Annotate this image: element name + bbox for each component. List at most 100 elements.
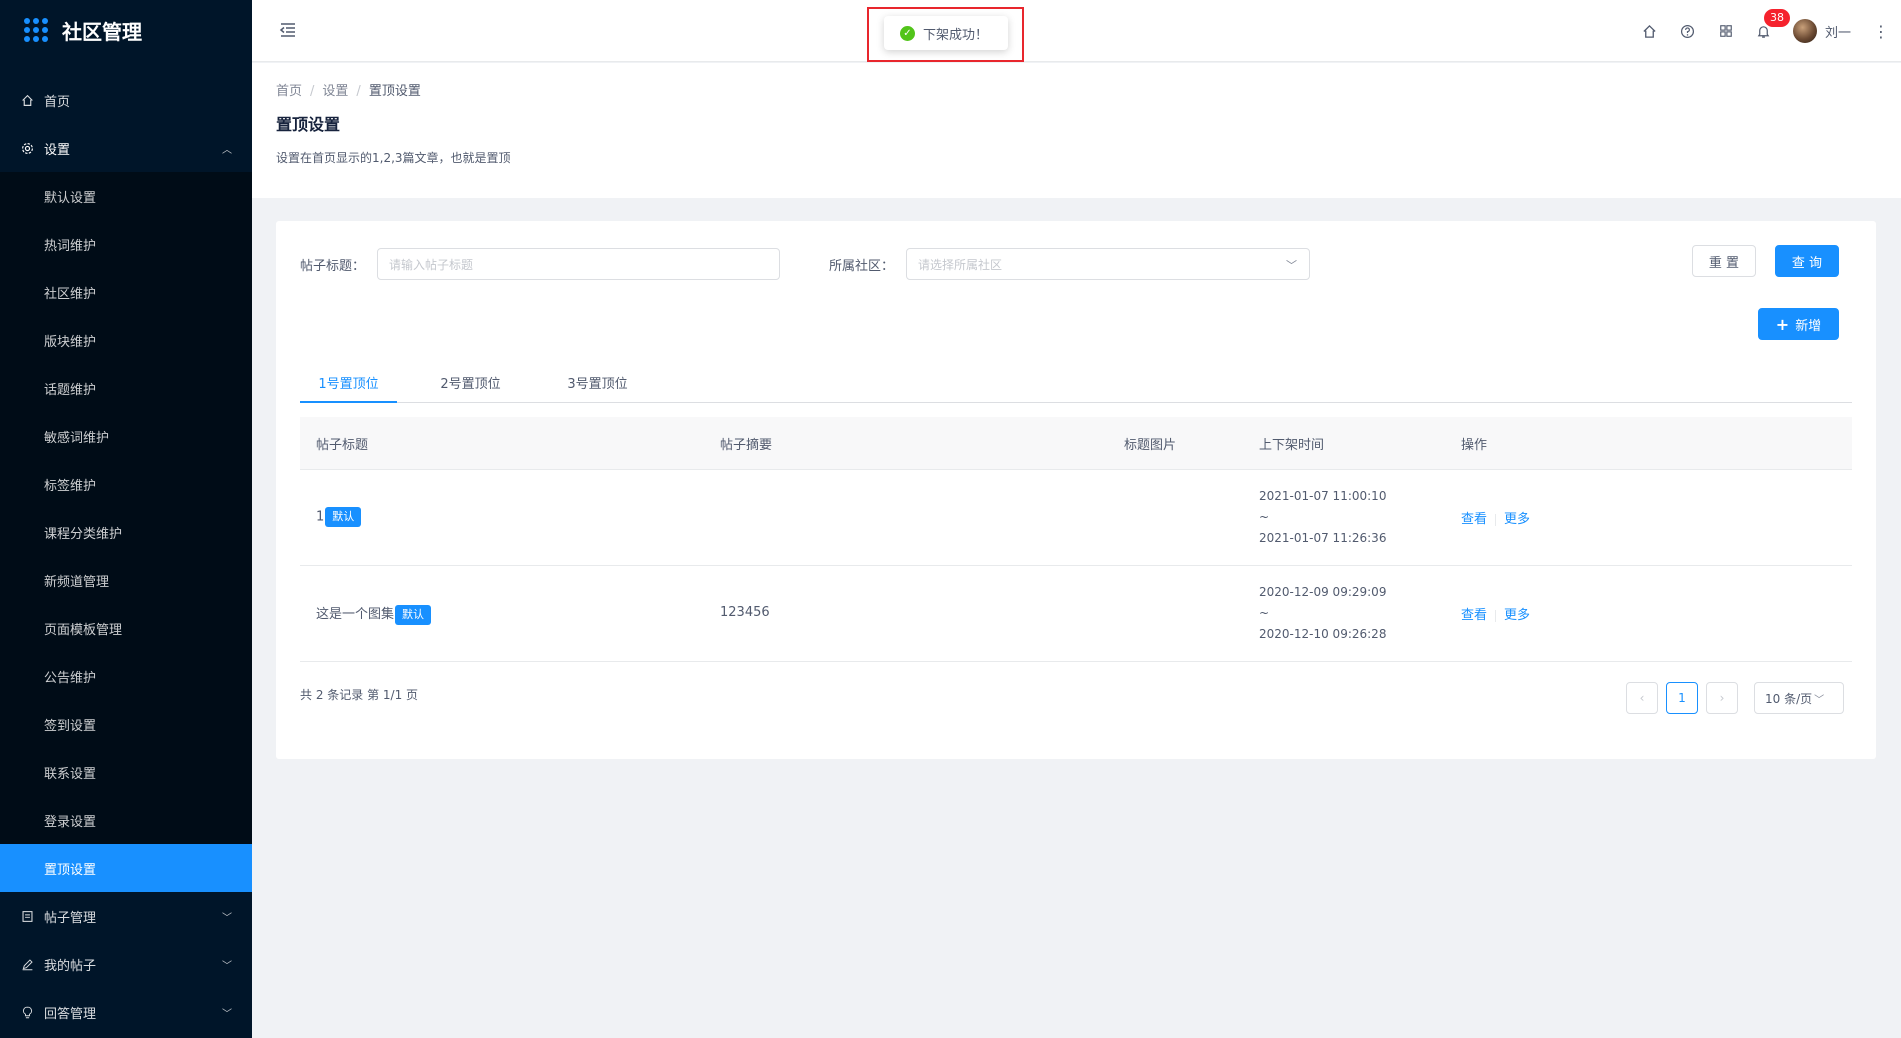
sidebar-item-label: 设置 xyxy=(44,142,71,158)
sidebar-item-hot-words[interactable]: 热词维护 xyxy=(0,220,252,268)
sidebar-item-label: 回答管理 xyxy=(44,1006,97,1022)
pin-position-tabs: 1号置顶位 2号置顶位 3号置顶位 xyxy=(300,368,1852,403)
logo[interactable]: 社区管理 xyxy=(0,0,252,60)
chevron-right-icon: › xyxy=(1719,691,1725,705)
sidebar-item-announcements[interactable]: 公告维护 xyxy=(0,652,252,700)
community-select-placeholder: 请选择所属社区 xyxy=(918,257,1003,272)
sidebar-menu: 首页 设置 ︿ 默认设置 热词维护 社区维护 版块维护 话题维护 敏感词维护 标… xyxy=(0,76,252,1036)
sidebar-item-page-templates[interactable]: 页面模板管理 xyxy=(0,604,252,652)
tab-pin-2[interactable]: 2号置顶位 xyxy=(422,368,519,403)
sidebar-item-community[interactable]: 社区维护 xyxy=(0,268,252,316)
gear-icon xyxy=(20,141,34,155)
page-header: 首页 / 设置 / 置顶设置 置顶设置 设置在首页显示的1,2,3篇文章，也就是置顶 xyxy=(252,63,1901,198)
table-row: 这是一个图集 默认 123456 2020-12-09 09:29:09 ~ 20… xyxy=(300,566,1852,662)
sidebar-item-login[interactable]: 登录设置 xyxy=(0,796,252,844)
sidebar-item-tags[interactable]: 标签维护 xyxy=(0,460,252,508)
notification-badge: 38 xyxy=(1762,8,1791,28)
sidebar-item-channels[interactable]: 新频道管理 xyxy=(0,556,252,604)
sidebar-item-sections[interactable]: 版块维护 xyxy=(0,316,252,364)
add-button[interactable]: + 新增 xyxy=(1758,308,1839,340)
sidebar: 社区管理 首页 设置 ︿ 默认设置 热词维护 社区维护 版块维护 话题维护 敏感… xyxy=(0,0,252,1038)
sidebar-item-pin-settings[interactable]: 置顶设置 xyxy=(0,844,252,892)
reset-button[interactable]: 重 置 xyxy=(1692,245,1756,277)
sidebar-item-contact[interactable]: 联系设置 xyxy=(0,748,252,796)
post-title-input[interactable]: 请输入帖子标题 xyxy=(377,248,780,280)
sidebar-item-checkin[interactable]: 签到设置 xyxy=(0,700,252,748)
sidebar-item-settings[interactable]: 设置 ︿ xyxy=(0,124,252,172)
success-toast: ✓ 下架成功！ xyxy=(884,16,1008,50)
table-row: 1 默认 2021-01-07 11:00:10 ~ 2021-01-07 11:… xyxy=(300,470,1852,566)
prev-page-button[interactable]: ‹ xyxy=(1626,682,1658,714)
time-separator: ~ xyxy=(1259,510,1270,524)
content-card: 帖子标题： 请输入帖子标题 所属社区： 请选择所属社区 ﹀ 重 置 查 询 + … xyxy=(276,221,1876,759)
query-button[interactable]: 查 询 xyxy=(1775,245,1839,277)
sidebar-item-label: 首页 xyxy=(44,94,71,110)
sidebar-item-answers[interactable]: 回答管理 ﹀ xyxy=(0,988,252,1036)
sidebar-item-course-categories[interactable]: 课程分类维护 xyxy=(0,508,252,556)
post-title-label: 帖子标题： xyxy=(300,259,366,274)
view-link[interactable]: 查看 xyxy=(1461,512,1487,527)
row-actions: 查看 更多 xyxy=(1461,508,1530,527)
check-circle-icon: ✓ xyxy=(900,25,915,41)
page-number-button[interactable]: 1 xyxy=(1666,682,1698,714)
grid-logo-icon xyxy=(24,18,48,42)
col-post-summary: 帖子摘要 xyxy=(720,437,773,453)
shelf-time-cell: 2020-12-09 09:29:09 ~ 2020-12-10 09:26:2… xyxy=(1259,582,1386,645)
post-title-cell: 这是一个图集 默认 xyxy=(316,603,432,625)
page-title: 置顶设置 xyxy=(276,115,341,134)
more-vertical-icon[interactable]: ⋮ xyxy=(1871,22,1891,41)
sidebar-item-posts[interactable]: 帖子管理 ﹀ xyxy=(0,892,252,940)
table-header: 帖子标题 帖子摘要 标题图片 上下架时间 操作 xyxy=(300,417,1852,470)
bulb-icon xyxy=(20,1005,34,1019)
apps-grid-icon[interactable] xyxy=(1707,0,1745,62)
chevron-down-icon: ﹀ xyxy=(222,961,232,972)
col-actions: 操作 xyxy=(1461,437,1488,453)
tab-pin-3[interactable]: 3号置顶位 xyxy=(549,368,646,403)
default-tag: 默认 xyxy=(325,507,362,527)
home-icon[interactable] xyxy=(1631,0,1669,62)
chevron-down-icon: ﹀ xyxy=(222,913,232,924)
username: 刘一 xyxy=(1824,25,1851,41)
app-title: 社区管理 xyxy=(62,19,142,44)
post-title: 这是一个图集 xyxy=(316,607,395,622)
row-actions: 查看 更多 xyxy=(1461,604,1530,623)
breadcrumb-settings[interactable]: 设置 xyxy=(322,84,348,99)
sidebar-item-my-posts[interactable]: 我的帖子 ﹀ xyxy=(0,940,252,988)
chevron-up-icon: ︿ xyxy=(222,145,232,156)
avatar xyxy=(1792,19,1817,43)
more-link[interactable]: 更多 xyxy=(1504,608,1530,623)
top-header: 38 刘一 ⋮ xyxy=(252,0,1901,62)
post-title-cell: 1 默认 xyxy=(316,507,362,527)
time-separator: ~ xyxy=(1259,606,1270,620)
next-page-button[interactable]: › xyxy=(1706,682,1738,714)
post-title: 1 xyxy=(316,509,325,525)
notification-bell-icon[interactable]: 38 xyxy=(1745,0,1791,62)
pagination-summary: 共 2 条记录 第 1/1 页 xyxy=(300,688,419,702)
sidebar-item-home[interactable]: 首页 xyxy=(0,76,252,124)
shelf-time-cell: 2021-01-07 11:00:10 ~ 2021-01-07 11:26:3… xyxy=(1259,486,1386,549)
page-size-select[interactable]: 10 条/页 ﹀ xyxy=(1754,682,1844,714)
sidebar-item-topics[interactable]: 话题维护 xyxy=(0,364,252,412)
community-select[interactable]: 请选择所属社区 ﹀ xyxy=(906,248,1310,280)
page-size-value: 10 条/页 xyxy=(1765,691,1813,706)
col-post-title: 帖子标题 xyxy=(316,437,369,453)
tab-pin-1[interactable]: 1号置顶位 xyxy=(300,368,397,403)
menu-fold-icon[interactable] xyxy=(278,20,298,40)
user-menu[interactable]: 刘一 xyxy=(1792,19,1851,43)
community-label: 所属社区： xyxy=(829,259,895,274)
sidebar-item-sensitive-words[interactable]: 敏感词维护 xyxy=(0,412,252,460)
edit-icon xyxy=(20,957,34,971)
settings-submenu: 默认设置 热词维护 社区维护 版块维护 话题维护 敏感词维护 标签维护 课程分类… xyxy=(0,172,252,892)
more-link[interactable]: 更多 xyxy=(1504,512,1530,527)
sidebar-item-default-settings[interactable]: 默认设置 xyxy=(0,172,252,220)
view-link[interactable]: 查看 xyxy=(1461,608,1487,623)
sidebar-item-label: 帖子管理 xyxy=(44,910,97,926)
header-actions: 38 刘一 ⋮ xyxy=(1631,0,1901,62)
default-tag: 默认 xyxy=(395,604,432,625)
col-shelf-time: 上下架时间 xyxy=(1259,437,1325,453)
breadcrumb-home[interactable]: 首页 xyxy=(276,84,302,99)
breadcrumb: 首页 / 设置 / 置顶设置 xyxy=(276,84,421,99)
help-icon[interactable] xyxy=(1669,0,1707,62)
home-icon xyxy=(20,93,34,107)
chevron-down-icon: ﹀ xyxy=(1814,694,1825,706)
